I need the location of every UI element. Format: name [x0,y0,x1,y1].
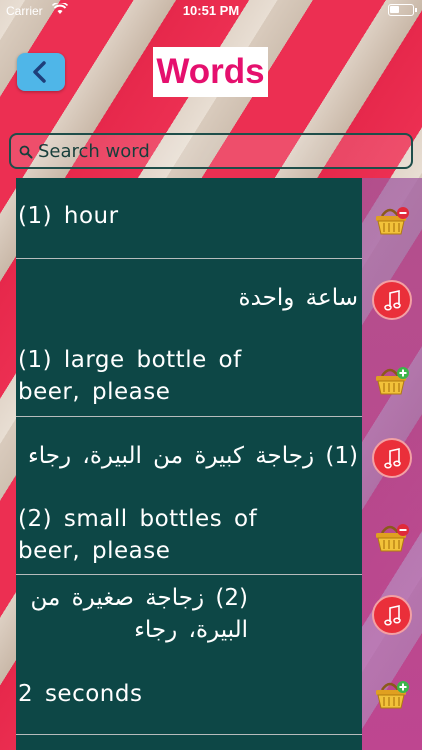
row-divider [16,416,362,417]
row-divider [16,258,362,259]
word-text: (2) زجاجة صغيرة من البيرة، رجاء [30,585,248,643]
word-row[interactable]: (1) large bottle of beer, please [16,344,266,408]
back-button[interactable] [17,53,65,91]
word-text: (1) hour [18,203,119,229]
word-text: (1) large bottle of beer, please [18,347,242,405]
search-input[interactable] [38,138,398,164]
play-audio-button[interactable] [372,595,412,635]
basket-remove-icon [376,524,409,552]
word-row[interactable]: (2) زجاجة صغيرة من البيرة، رجاء [16,582,252,646]
word-text: (1) زجاجة كبيرة من البيرة، رجاء [27,443,358,469]
basket-add-icon [376,367,409,395]
word-text: ساعة واحدة [238,285,358,311]
basket-add-icon [376,681,409,709]
word-row[interactable]: (2) small bottles of beer, please [16,503,276,567]
word-text: (2) small bottles of beer, please [18,506,258,564]
page-title: Words [153,47,268,97]
status-time: 10:51 PM [182,3,240,18]
music-note-icon [384,290,401,311]
battery-icon [388,4,417,16]
word-row[interactable]: (1) hour [16,200,362,232]
search-bar[interactable] [9,133,413,169]
play-audio-button[interactable] [372,280,412,320]
add-to-basket-button[interactable] [372,674,412,714]
chevron-left-icon [33,61,46,83]
search-icon [19,145,33,159]
row-divider [16,574,362,575]
remove-from-basket-button[interactable] [372,200,412,240]
add-to-basket-button[interactable] [372,360,412,400]
status-bar: Carrier 10:51 PM [0,0,422,22]
basket-remove-icon [376,207,409,235]
word-text: 2 seconds [18,681,143,707]
row-divider [16,734,362,735]
play-audio-button[interactable] [372,438,412,478]
remove-from-basket-button[interactable] [372,517,412,557]
word-row[interactable]: 2 seconds [16,678,362,710]
word-row[interactable]: (1) زجاجة كبيرة من البيرة، رجاء [16,440,362,472]
word-list[interactable]: (1) hour ساعة واحدة (1) large bottle of … [16,178,362,750]
music-note-icon [384,448,401,469]
word-row[interactable]: ساعة واحدة [16,282,362,314]
music-note-icon [384,605,401,626]
